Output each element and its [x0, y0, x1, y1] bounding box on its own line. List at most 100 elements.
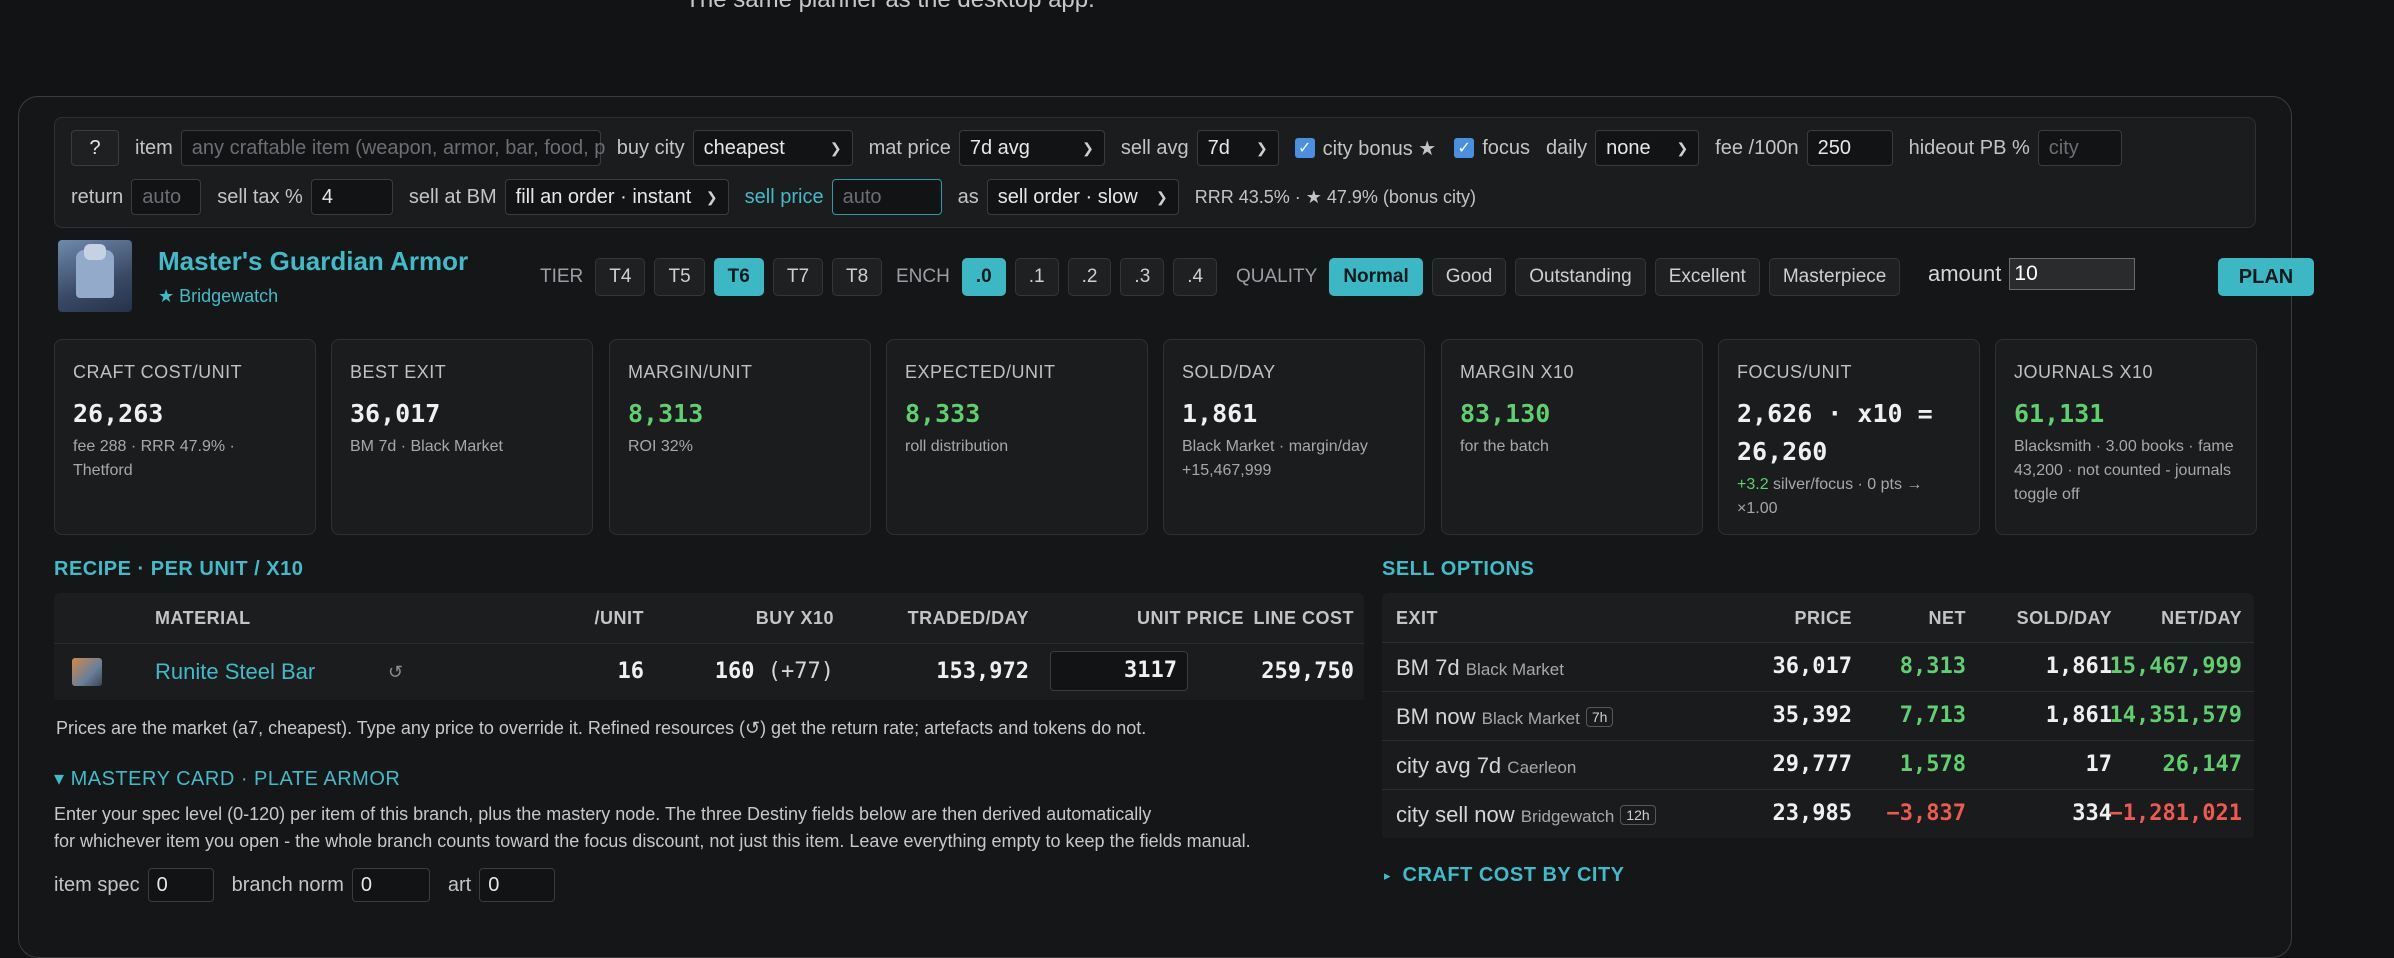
recipe-table: MATERIAL /UNIT BUY X10 TRADED/DAY UNIT P…	[54, 593, 1364, 703]
focus-checkbox[interactable]: ✓	[1454, 138, 1475, 158]
col-price-label: PRICE	[1794, 608, 1852, 628]
ench-0[interactable]: .0	[961, 258, 1006, 296]
stat-sub: Blacksmith · 3.00 books · fame 43,200 · …	[2014, 438, 2234, 503]
sell-at-bm-select[interactable]: fill an order · instant ❯	[504, 179, 729, 215]
fee-input[interactable]: 250	[1806, 130, 1893, 166]
per-unit-value: 16	[617, 659, 645, 684]
exit-place: Black Market	[1481, 709, 1580, 728]
amount-input[interactable]: 10	[2009, 258, 2136, 290]
exit-cell: city sell now Bridgewatch 12h	[1396, 802, 1656, 828]
buy-x10-value: 160	[714, 659, 755, 684]
stat-value: 83,130	[1460, 399, 1551, 428]
ench-3[interactable]: .3	[1120, 258, 1165, 296]
item-name[interactable]: Master's Guardian Armor	[158, 246, 468, 277]
stat-value: 1,861	[1182, 399, 1258, 428]
sell-tax-label: sell tax %	[217, 185, 303, 208]
sell-as-select[interactable]: sell order · slow ❯	[986, 179, 1179, 215]
stat-sub: roll distribution	[905, 438, 1009, 455]
col-exit: EXIT	[1396, 608, 1439, 628]
hideout-label: hideout PB %	[1908, 136, 2030, 159]
col-sold-label: SOLD/DAY	[2016, 608, 2112, 628]
col-per-unit-label: /UNIT	[594, 608, 644, 628]
stat-value: 8,333	[905, 399, 981, 428]
stat-value: 2,626 · x10 = 26,260	[1737, 399, 1933, 466]
sell-avg-select[interactable]: 7d ❯	[1196, 130, 1279, 166]
stat-margin-unit: MARGIN/UNIT 8,313 ROI 32%	[609, 339, 871, 535]
quality-outstanding[interactable]: Outstanding	[1515, 258, 1646, 296]
quality-good[interactable]: Good	[1431, 258, 1507, 296]
unit-price-input[interactable]: 3117	[1050, 651, 1188, 691]
quality-masterpiece[interactable]: Masterpiece	[1768, 258, 1901, 296]
stat-best-exit: BEST EXIT 36,017 BM 7d · Black Market	[331, 339, 593, 535]
ench-4[interactable]: .4	[1173, 258, 1218, 296]
sell-price-label: sell price	[744, 185, 824, 208]
buy-city-select[interactable]: cheapest ❯	[692, 130, 853, 166]
exit-cell: BM 7d Black Market	[1396, 655, 1564, 681]
col-buy-x10-label: BUY X10	[755, 608, 834, 628]
mastery-title[interactable]: ▾ MASTERY CARD · PLATE ARMOR	[54, 766, 400, 791]
tier-t5[interactable]: T5	[654, 258, 705, 296]
sell-tax-input[interactable]: 4	[310, 179, 393, 215]
item-spec-input[interactable]: 0	[147, 868, 214, 902]
sell-row[interactable]: BM 7d Black Market 36,017 8,313 1,861 15…	[1382, 642, 2254, 691]
quality-excellent[interactable]: Excellent	[1654, 258, 1760, 296]
stat-value: 36,017	[350, 399, 441, 428]
tier-t6[interactable]: T6	[713, 258, 764, 296]
art-input[interactable]: 0	[479, 868, 556, 902]
tier-t4[interactable]: T4	[595, 258, 646, 296]
daily-select[interactable]: none ❯	[1595, 130, 1700, 166]
stat-sub: ROI 32%	[628, 438, 693, 455]
tier-t8[interactable]: T8	[832, 258, 883, 296]
stat-title: FOCUS/UNIT	[1737, 362, 1852, 382]
stat-sub: for the batch	[1460, 438, 1549, 455]
exit-name: city avg 7d	[1396, 753, 1502, 778]
stat-margin-x10: MARGIN X10 83,130 for the batch	[1441, 339, 1703, 535]
stat-value: 26,263	[73, 399, 164, 428]
sell-row[interactable]: city avg 7d Caerleon 29,777 1,578 17 26,…	[1382, 740, 2254, 789]
quality-normal[interactable]: Normal	[1329, 258, 1423, 296]
tier-t7[interactable]: T7	[772, 258, 824, 296]
sell-at-bm-value: fill an order · instant	[515, 185, 692, 208]
stat-value: 61,131	[2014, 399, 2105, 428]
col-sold-day: SOLD/DAY	[1972, 608, 2112, 629]
page-caption: The same planner as the desktop app.	[0, 0, 1780, 14]
netday-value: 15,467,999	[2109, 654, 2242, 679]
chevron-down-icon: ❯	[705, 188, 718, 205]
age-badge: 7h	[1585, 707, 1614, 727]
quality-selector: QUALITY Normal Good Outstanding Excellen…	[1236, 258, 1909, 296]
exit-place: Bridgewatch	[1520, 807, 1615, 826]
sell-price-input[interactable]: auto	[831, 179, 942, 215]
stat-focus-unit: FOCUS/UNIT 2,626 · x10 = 26,260 +3.2 sil…	[1718, 339, 1980, 535]
col-net-label: NET	[1928, 608, 1966, 628]
material-name[interactable]: Runite Steel Bar	[155, 659, 315, 685]
plan-button[interactable]: PLAN	[2218, 258, 2314, 296]
buy-extra: (+77)	[767, 659, 834, 684]
craft-cost-by-city-toggle[interactable]: ▸ CRAFT COST BY CITY	[1384, 864, 1625, 887]
ench-1[interactable]: .1	[1014, 258, 1059, 296]
mat-price-select[interactable]: 7d avg ❯	[958, 130, 1105, 166]
mastery-inputs: item spec 0 branch norm 0 art 0	[54, 868, 573, 902]
branch-norm-input[interactable]: 0	[351, 868, 430, 902]
hideout-input[interactable]: city	[2037, 130, 2122, 166]
chevron-down-icon: ❯	[829, 139, 842, 156]
item-city: ★ Bridgewatch	[158, 286, 279, 306]
recipe-note: Prices are the market (a7, cheapest). Ty…	[56, 718, 1147, 738]
return-input[interactable]: auto	[131, 179, 202, 215]
fee-label: fee /100n	[1715, 136, 1799, 159]
branch-norm-label: branch norm	[231, 873, 344, 896]
price-value: 35,392	[1772, 703, 1852, 728]
sell-row[interactable]: BM now Black Market 7h 35,392 7,713 1,861…	[1382, 691, 2254, 740]
col-line-cost: LINE COST	[1244, 608, 1354, 629]
sell-options-table: EXIT PRICE NET SOLD/DAY NET/DAY BM 7d Bl…	[1382, 593, 2254, 841]
help-button[interactable]: ?	[71, 130, 119, 166]
ench-2[interactable]: .2	[1067, 258, 1112, 296]
item-search-input[interactable]: any craftable item (weapon, armor, bar, …	[180, 130, 605, 166]
refresh-icon[interactable]: ↺	[388, 662, 403, 683]
recipe-header-row: MATERIAL /UNIT BUY X10 TRADED/DAY UNIT P…	[54, 593, 1364, 643]
chevron-down-icon: ❯	[1676, 139, 1689, 156]
stat-value: 8,313	[628, 399, 704, 428]
exit-name: BM now	[1396, 704, 1476, 729]
city-bonus-checkbox[interactable]: ✓	[1294, 138, 1315, 158]
sell-row[interactable]: city sell now Bridgewatch 12h 23,985 −3,8…	[1382, 789, 2254, 838]
sell-avg-value: 7d	[1207, 136, 1230, 159]
